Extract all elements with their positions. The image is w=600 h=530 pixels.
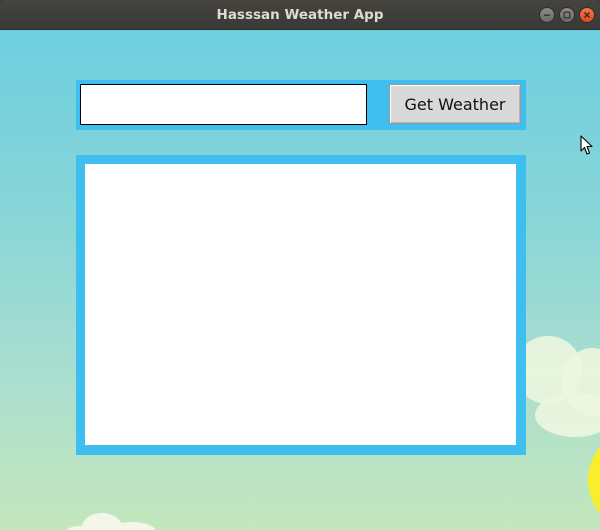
search-frame: Get Weather [76,80,526,130]
maximize-button[interactable] [559,7,575,23]
window-title: Hasssan Weather App [216,7,384,23]
maximize-icon [563,11,571,19]
app-background: Get Weather [0,30,600,530]
close-icon [583,11,591,19]
mouse-pointer-icon [580,135,593,155]
get-weather-button[interactable]: Get Weather [389,84,521,124]
close-button[interactable] [579,7,595,23]
cloud-bottom-left [66,513,156,530]
cloud-right [514,336,600,437]
minimize-icon [544,14,550,16]
result-frame [76,155,526,455]
sun-shape [588,446,600,514]
city-input[interactable] [80,84,367,125]
minimize-button[interactable] [539,7,555,23]
window-titlebar[interactable]: Hasssan Weather App [0,0,600,30]
weather-result-panel [85,164,516,445]
